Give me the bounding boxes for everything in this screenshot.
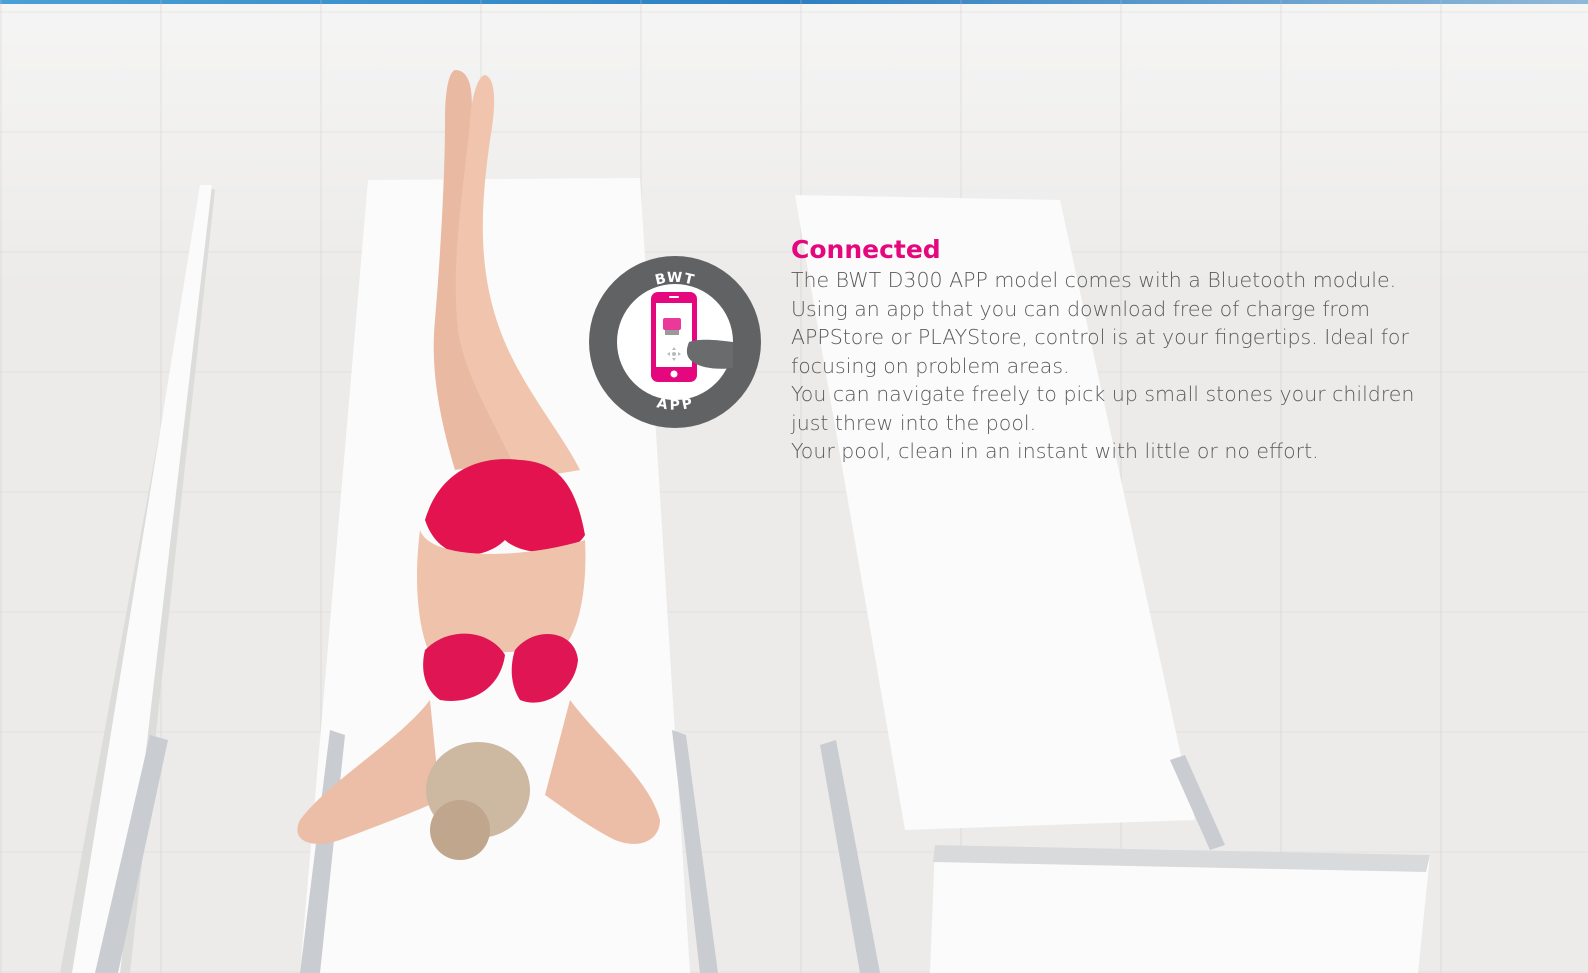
badge-bottom-label: APP — [655, 395, 694, 413]
section-line-6: just threw into the pool. — [791, 410, 1037, 435]
section-line-2: Using an app that you can download free … — [791, 296, 1370, 321]
badge-top-label: BWT — [654, 270, 697, 289]
section-line-1: The BWT D300 APP model comes with a Blue… — [791, 268, 1397, 292]
section-line-4: focusing on problem areas. — [791, 353, 1070, 378]
sunbather-photo — [60, 70, 1430, 973]
connected-section: Connected The BWT D300 APP model comes w… — [791, 234, 1451, 466]
section-line-7: Your pool, clean in an instant with litt… — [791, 439, 1319, 463]
bwt-app-badge: BWT APP — [589, 256, 761, 428]
section-line-3: APPStore or PLAYStore, control is at you… — [791, 325, 1409, 349]
page: BWT APP Connected The BWT D300 APP model… — [0, 0, 1588, 973]
section-heading: Connected — [791, 235, 941, 264]
section-line-5: You can navigate freely to pick up small… — [791, 382, 1415, 406]
